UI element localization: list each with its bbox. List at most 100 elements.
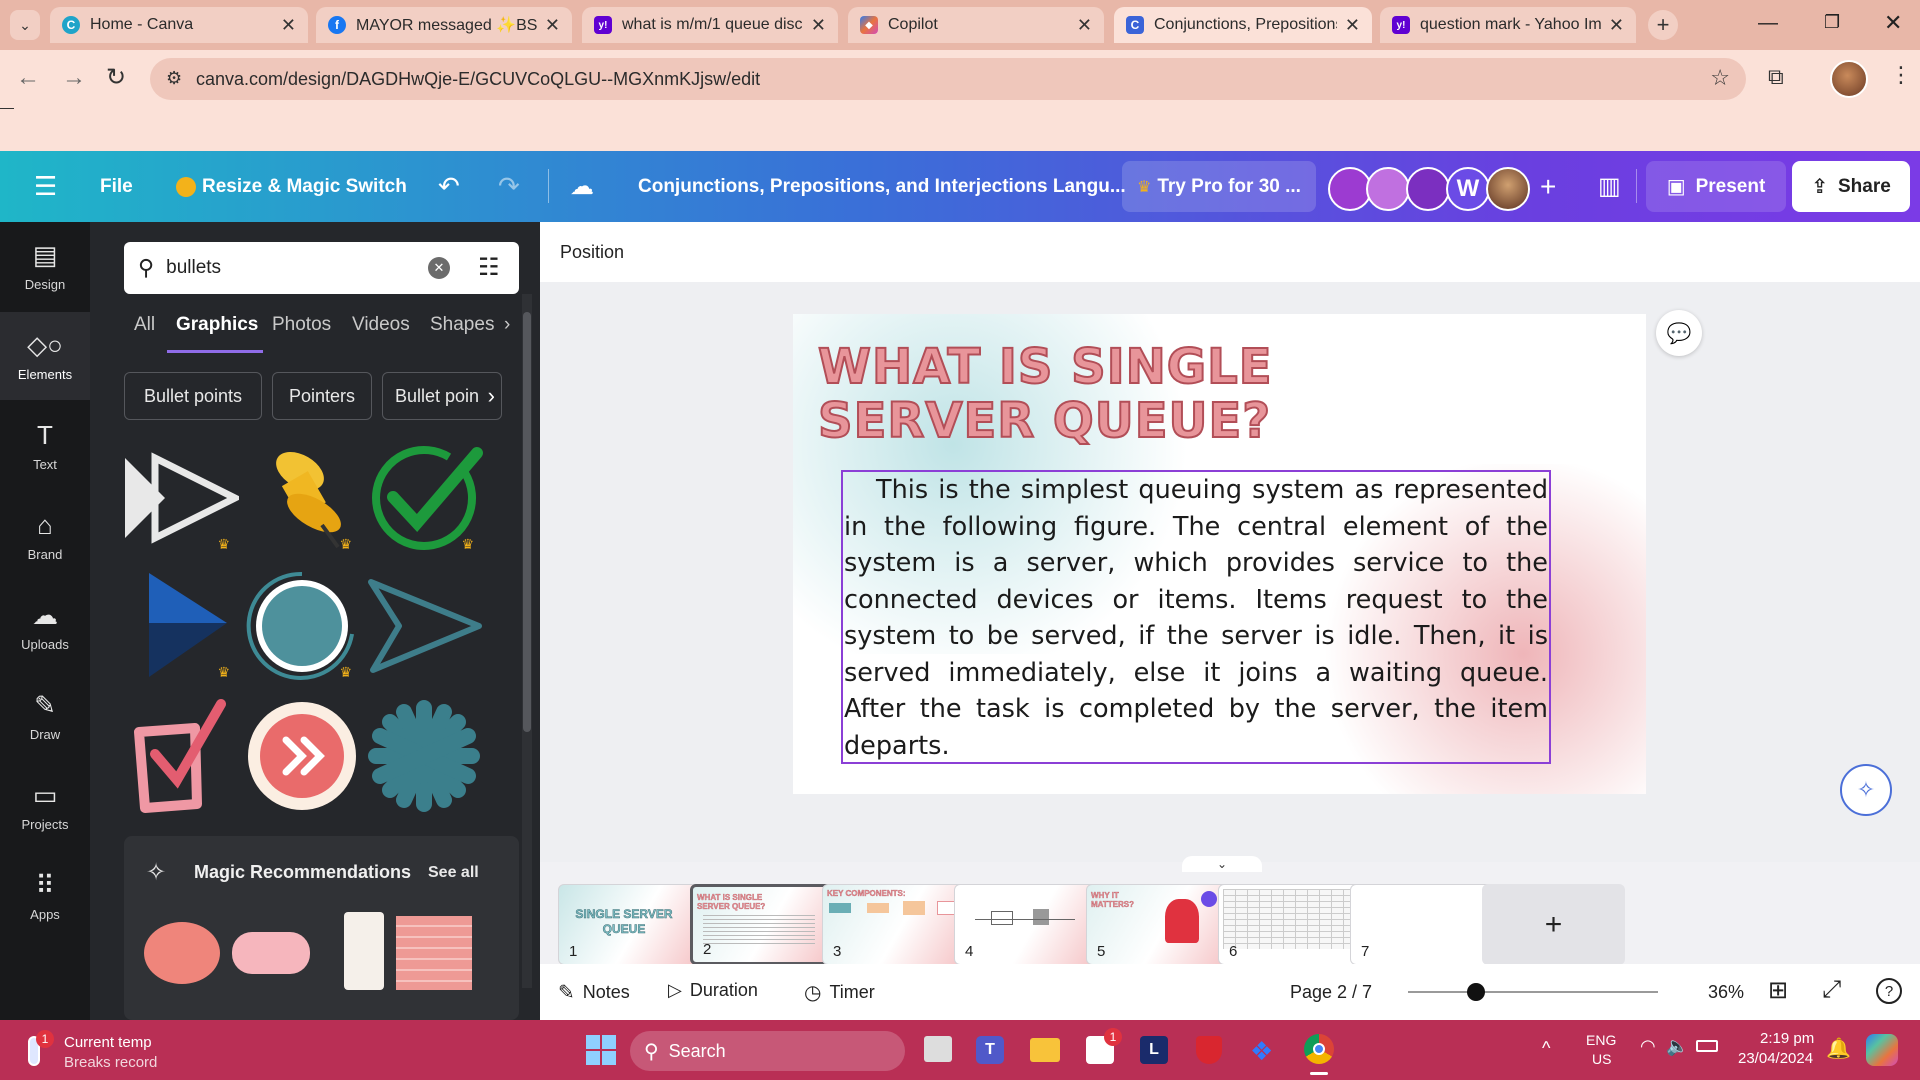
start-windows-icon[interactable] <box>586 1035 616 1065</box>
main-menu-icon[interactable]: ☰ <box>34 151 57 222</box>
browser-tab[interactable]: ◆ Copilot ✕ <box>848 7 1104 43</box>
task-view-icon[interactable] <box>924 1036 952 1062</box>
restore-window-icon[interactable]: ❐ <box>1824 12 1840 33</box>
grid-view-icon[interactable]: ⊞ <box>1768 976 1788 1005</box>
recommendation-pink-label[interactable] <box>232 932 310 974</box>
new-tab-button[interactable]: + <box>1648 10 1678 40</box>
language-line2[interactable]: US <box>1592 1051 1611 1067</box>
suggestion-chip[interactable]: Bullet points <box>124 372 262 420</box>
rail-item-uploads[interactable]: ☁ Uploads <box>0 582 90 670</box>
close-tab-icon[interactable]: ✕ <box>1077 15 1092 36</box>
category-tab-graphics[interactable]: Graphics <box>176 314 258 336</box>
notification-bell-icon[interactable]: 🔔 <box>1826 1036 1851 1061</box>
rail-item-design[interactable]: ▤ Design <box>0 222 90 310</box>
category-tab-videos[interactable]: Videos <box>352 314 410 336</box>
address-bar[interactable]: ⚙ canva.com/design/DAGDHwQje-E/GCUVCoQLG… <box>150 58 1746 100</box>
wifi-icon[interactable]: ◠ <box>1640 1036 1656 1057</box>
slide-body-textbox[interactable]: This is the simplest queuing system as r… <box>841 470 1551 764</box>
collaborator-avatar[interactable] <box>1486 167 1530 211</box>
page-thumbnail[interactable]: KEY COMPONENTS: 3 <box>822 884 965 965</box>
present-button[interactable]: ▣ Present <box>1646 161 1786 212</box>
copilot-taskbar-icon[interactable] <box>1866 1034 1898 1066</box>
redo-icon[interactable]: ↷ <box>498 151 520 222</box>
zoom-slider-track[interactable] <box>1408 991 1658 993</box>
close-tab-icon[interactable]: ✕ <box>1345 15 1360 36</box>
position-button[interactable]: Position <box>560 242 624 262</box>
battery-icon[interactable] <box>1696 1040 1718 1052</box>
bookmark-star-icon[interactable]: ☆ <box>1710 65 1730 91</box>
recommendation-lined-paper[interactable] <box>396 916 472 990</box>
back-icon[interactable]: ← <box>16 64 40 92</box>
profile-avatar[interactable] <box>1830 60 1868 98</box>
teams-icon[interactable]: T <box>976 1036 1004 1064</box>
browser-tab[interactable]: C Home - Canva ✕ <box>50 7 308 43</box>
page-thumbnail-selected[interactable]: WHAT IS SINGLE SERVER QUEUE? 2 <box>690 884 833 965</box>
collaborator-avatar[interactable] <box>1406 167 1450 211</box>
weather-widget[interactable]: 1 Current temp Breaks record <box>22 1030 182 1072</box>
clock-date[interactable]: 23/04/2024 <box>1738 1050 1813 1067</box>
collaborator-avatar[interactable]: W <box>1446 167 1490 211</box>
extensions-icon[interactable]: ⧉ <box>1768 64 1784 90</box>
slide-title[interactable]: WHAT IS SINGLE SERVER QUEUE? <box>817 339 1338 449</box>
filter-sliders-icon[interactable]: ☷ <box>478 253 500 282</box>
collapse-filmstrip-handle[interactable]: ⌄ <box>1182 856 1262 872</box>
search-input[interactable] <box>166 257 417 279</box>
site-info-icon[interactable]: ⚙ <box>166 68 182 89</box>
starburst-graphic[interactable] <box>364 698 484 813</box>
cloud-save-icon[interactable]: ☁ <box>570 151 594 222</box>
rail-item-draw[interactable]: ✎ Draw <box>0 672 90 760</box>
close-window-icon[interactable]: ✕ <box>1884 10 1902 36</box>
rail-item-elements[interactable]: ◇○ Elements <box>0 312 90 400</box>
resize-magic-switch-button[interactable]: Resize & Magic Switch <box>176 151 407 222</box>
outline-arrow-graphic[interactable] <box>364 568 484 683</box>
page-thumbnail[interactable]: SINGLE SERVER QUEUE 1 <box>558 884 701 965</box>
forward-icon[interactable]: → <box>62 64 86 92</box>
page-thumbnail[interactable]: 4 <box>954 884 1097 965</box>
suggestion-chip[interactable]: Pointers <box>272 372 372 420</box>
page-thumbnail[interactable]: 7 <box>1350 884 1493 965</box>
file-explorer-icon[interactable] <box>1030 1038 1060 1062</box>
close-tab-icon[interactable]: ✕ <box>811 15 826 36</box>
browser-tab-active[interactable]: C Conjunctions, Prepositions ✕ <box>1114 7 1372 43</box>
timer-button[interactable]: ◷ Timer <box>804 980 875 1005</box>
zoom-slider-thumb[interactable] <box>1466 983 1485 1001</box>
browser-tab[interactable]: y! what is m/m/1 queue disci ✕ <box>582 7 838 43</box>
help-icon[interactable]: ? <box>1876 978 1902 1004</box>
clock-time[interactable]: 2:19 pm <box>1760 1030 1814 1047</box>
document-title[interactable]: Conjunctions, Prepositions, and Interjec… <box>638 151 1126 222</box>
rail-item-text[interactable]: T Text <box>0 402 90 490</box>
volume-icon[interactable]: 🔈 <box>1666 1036 1688 1057</box>
close-tab-icon[interactable]: ✕ <box>281 15 296 36</box>
taskbar-search[interactable]: ⚲ Search <box>630 1031 905 1071</box>
see-all-link[interactable]: See all <box>428 864 479 882</box>
language-line1[interactable]: ENG <box>1586 1032 1616 1048</box>
collaborator-avatar[interactable] <box>1366 167 1410 211</box>
zoom-level[interactable]: 36% <box>1708 982 1744 1003</box>
fullscreen-icon[interactable]: ⤢ <box>1822 976 1841 1004</box>
chevron-right-icon[interactable]: › <box>488 383 495 409</box>
add-comment-button[interactable]: 💬 <box>1656 310 1702 356</box>
suggestion-chip[interactable]: Bullet poin › <box>382 372 502 420</box>
add-page-button[interactable]: + <box>1482 884 1625 965</box>
checkbox-graphic[interactable] <box>120 698 240 813</box>
try-pro-button[interactable]: ♛ Try Pro for 30 ... <box>1122 161 1316 212</box>
elements-search-field[interactable]: ⚲ ✕ ☷ <box>124 242 519 294</box>
share-button[interactable]: ⇪ Share <box>1792 161 1910 212</box>
rail-item-projects[interactable]: ▭ Projects <box>0 762 90 850</box>
show-hidden-icons-chevron[interactable]: ^ <box>1542 1038 1550 1059</box>
browser-menu-icon[interactable]: ⋮ <box>1890 62 1912 88</box>
arrow-bullet-graphic[interactable]: ♛ <box>120 440 240 555</box>
category-tab-all[interactable]: All <box>134 314 155 336</box>
add-collaborator-icon[interactable]: + <box>1540 151 1556 222</box>
rail-item-brand[interactable]: ⌂ Brand <box>0 492 90 580</box>
category-tab-shapes[interactable]: Shapes <box>430 314 494 336</box>
insights-chart-icon[interactable]: ▥ <box>1598 151 1621 222</box>
chevron-right-icon[interactable]: › <box>504 314 510 336</box>
workspace-scrollbar[interactable] <box>1900 292 1908 832</box>
browser-tab[interactable]: f MAYOR messaged ✨BSIT ✕ <box>316 7 572 43</box>
magic-assistant-button[interactable]: ✧ <box>1840 764 1892 816</box>
page-thumbnail[interactable]: 6 <box>1218 884 1361 965</box>
chrome-icon[interactable] <box>1304 1034 1334 1064</box>
panel-scrollbar-thumb[interactable] <box>523 312 531 732</box>
circle-graphic[interactable]: ♛ <box>242 568 362 683</box>
